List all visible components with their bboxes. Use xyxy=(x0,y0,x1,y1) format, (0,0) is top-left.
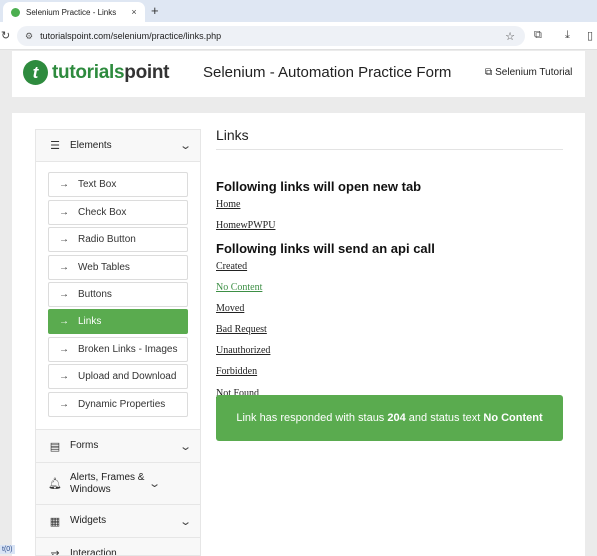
logo-text-part2: point xyxy=(124,61,170,83)
logo-text-part1: tutorials xyxy=(52,61,125,83)
new-tab-button[interactable]: + xyxy=(151,2,159,20)
browser-tab-bar: Selenium Practice - Links × + xyxy=(0,0,597,22)
arrow-right-icon: → xyxy=(59,371,69,382)
arrow-right-icon: → xyxy=(59,399,69,410)
arrow-right-icon: → xyxy=(59,289,69,300)
tab-favicon-icon xyxy=(11,7,20,17)
section-title: Links xyxy=(216,127,563,150)
bookmark-star-icon[interactable]: ☆ xyxy=(505,30,515,43)
bad-request-link[interactable]: Bad Request xyxy=(216,324,267,335)
sidebar-item-check-box[interactable]: → Check Box xyxy=(48,200,188,225)
sidebar-item-label: Upload and Download xyxy=(78,371,177,382)
sidebar-accordion: ☰ Elements ⌄ → Text Box → Check Box → Radio… xyxy=(35,129,201,556)
status-tag: t(0) xyxy=(0,545,15,554)
sidebar-item-dynamic-properties[interactable]: → Dynamic Properties xyxy=(48,392,188,417)
sidebar-item-web-tables[interactable]: → Web Tables xyxy=(48,255,188,280)
hamburger-icon: ☰ xyxy=(50,140,60,152)
accordion-forms-header[interactable]: ▤ Forms ⌄ xyxy=(36,429,200,463)
accordion-alerts-header[interactable]: 🔔︎ Alerts, Frames & Windows ⌄ xyxy=(36,463,200,505)
arrow-right-icon: → xyxy=(59,344,69,355)
arrow-right-icon: → xyxy=(59,207,69,218)
sidebar-item-label: Broken Links - Images xyxy=(78,344,178,355)
accordion-forms-label: Forms xyxy=(70,440,99,451)
form-icon: ▤ xyxy=(49,440,61,453)
arrow-right-icon: → xyxy=(59,262,69,273)
sidebar-item-text-box[interactable]: → Text Box xyxy=(48,172,188,197)
no-content-link[interactable]: No Content xyxy=(216,282,262,293)
accordion-interaction-label: Interaction xyxy=(70,548,117,556)
sidebar-item-upload-download[interactable]: → Upload and Download xyxy=(48,364,188,389)
selenium-tutorial-link[interactable]: ⧉ Selenium Tutorial xyxy=(485,67,572,78)
extensions-icon[interactable]: ⧉ xyxy=(534,29,542,42)
sidebar-item-label: Check Box xyxy=(78,207,127,218)
sidebar-item-buttons[interactable]: → Buttons xyxy=(48,282,188,307)
main-card: ☰ Elements ⌄ → Text Box → Check Box → Radio… xyxy=(12,113,585,556)
home-dynamic-link[interactable]: HomewPWPU xyxy=(216,220,275,231)
unauthorized-link[interactable]: Unauthorized xyxy=(216,345,270,356)
chevron-down-icon: ⌄ xyxy=(178,515,192,528)
alert-prefix: Link has responded with staus xyxy=(236,412,388,424)
sidebar-item-label: Links xyxy=(78,316,102,327)
site-header: t tutorialspoint Selenium - Automation P… xyxy=(12,51,585,97)
download-icon[interactable]: ⤓ xyxy=(565,29,570,42)
arrows-icon: ⇄ xyxy=(50,548,60,556)
accordion-alerts-label: Alerts, Frames & Windows xyxy=(70,471,145,495)
accordion-widgets-header[interactable]: ▦ Widgets ⌄ xyxy=(36,505,200,538)
moved-link[interactable]: Moved xyxy=(216,303,244,314)
sidebar-item-radio-button[interactable]: → Radio Button xyxy=(48,227,188,252)
logo-text: tutorialspoint xyxy=(52,61,170,84)
reload-icon[interactable]: ↻ xyxy=(1,29,10,42)
sidebar-item-label: Buttons xyxy=(78,289,112,300)
chevron-down-icon: ⌄ xyxy=(178,440,192,453)
alert-status-code: 204 xyxy=(387,412,406,424)
logo-mark-icon: t xyxy=(23,60,48,85)
accordion-widgets-label: Widgets xyxy=(70,515,107,526)
sidebar-item-links[interactable]: → Links xyxy=(48,309,188,334)
browser-toolbar: ↻ ⚙ tutorialspoint.com/selenium/practice… xyxy=(0,22,597,50)
chevron-down-icon: ⌄ xyxy=(148,478,162,490)
accordion-elements-label: Elements xyxy=(70,139,112,151)
sidebar-item-label: Text Box xyxy=(78,179,117,190)
link-response-alert: Link has responded with staus 204 and st… xyxy=(216,395,563,441)
alert-middle: and status text xyxy=(405,412,484,424)
browser-tab[interactable]: Selenium Practice - Links × xyxy=(3,2,145,22)
alert-status-text: No Content xyxy=(483,412,543,424)
side-panel-icon[interactable]: ▯ xyxy=(587,29,593,42)
sidebar-item-label: Web Tables xyxy=(78,262,130,273)
widgets-icon: ▦ xyxy=(49,515,61,528)
new-tab-heading: Following links will open new tab xyxy=(216,179,422,194)
tab-title: Selenium Practice - Links xyxy=(26,7,117,17)
selenium-tutorial-label: Selenium Tutorial xyxy=(495,67,573,78)
tutorialspoint-logo[interactable]: t tutorialspoint xyxy=(23,60,170,85)
sidebar-item-label: Radio Button xyxy=(78,234,136,245)
chevron-down-icon: ⌄ xyxy=(178,548,192,556)
links-content: Links Following links will open new tab … xyxy=(216,127,563,399)
page-title: Selenium - Automation Practice Form xyxy=(203,64,452,81)
sidebar-item-broken-links[interactable]: → Broken Links - Images xyxy=(48,337,188,362)
tab-close-icon[interactable]: × xyxy=(127,7,141,17)
arrow-right-icon: → xyxy=(59,179,69,190)
bell-icon: 🔔︎ xyxy=(48,478,62,490)
accordion-interaction-header[interactable]: ⇄ Interaction ⌄ xyxy=(36,538,200,556)
forbidden-link[interactable]: Forbidden xyxy=(216,366,257,377)
chevron-down-icon: ⌄ xyxy=(178,140,192,152)
url-text[interactable]: tutorialspoint.com/selenium/practice/lin… xyxy=(40,31,505,41)
address-bar[interactable]: ⚙ tutorialspoint.com/selenium/practice/l… xyxy=(17,26,525,46)
arrow-right-icon: → xyxy=(59,316,69,327)
arrow-right-icon: → xyxy=(59,234,69,245)
site-info-icon[interactable]: ⚙ xyxy=(25,31,33,42)
accordion-elements-header[interactable]: ☰ Elements ⌄ xyxy=(36,130,200,162)
sidebar-item-label: Dynamic Properties xyxy=(78,399,166,410)
external-link-icon: ⧉ xyxy=(485,67,493,78)
created-link[interactable]: Created xyxy=(216,261,247,272)
home-link[interactable]: Home xyxy=(216,199,240,210)
api-call-heading: Following links will send an api call xyxy=(216,241,435,256)
